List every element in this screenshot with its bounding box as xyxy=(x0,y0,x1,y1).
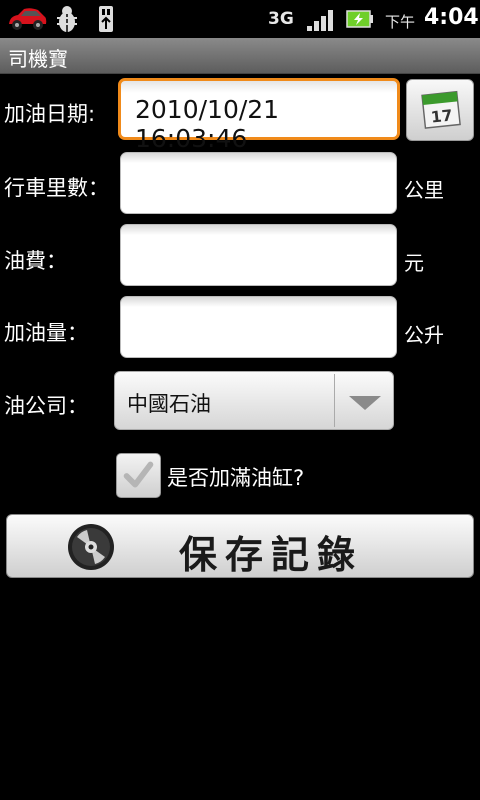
usb-icon xyxy=(99,6,113,32)
full-tank-label: 是否加滿油缸? xyxy=(167,466,305,490)
date-label: 加油日期: xyxy=(4,102,96,126)
network-type: 3G xyxy=(268,9,294,29)
cost-field[interactable] xyxy=(120,224,397,286)
volume-field[interactable] xyxy=(120,296,397,358)
volume-label: 加油量： xyxy=(4,321,88,345)
battery-charging-icon xyxy=(346,10,373,28)
date-value: 2010/10/21 16:03:46 xyxy=(135,95,280,153)
status-bar: 3G 下午 4:04 xyxy=(0,0,480,38)
calendar-button[interactable]: 17 xyxy=(406,79,474,141)
mileage-field[interactable] xyxy=(120,152,397,214)
company-selected: 中國石油 xyxy=(127,392,211,416)
save-button-label: 保存記錄 xyxy=(179,532,364,577)
checkmark-icon xyxy=(123,461,154,488)
full-tank-checkbox[interactable] xyxy=(116,453,161,498)
calendar-day: 17 xyxy=(430,106,453,126)
car-icon xyxy=(9,8,47,30)
calendar-icon: 17 xyxy=(421,90,461,129)
save-button[interactable]: 保存記錄 xyxy=(6,514,474,578)
mileage-unit: 公里 xyxy=(404,178,444,202)
company-dropdown[interactable]: 中國石油 xyxy=(114,371,394,430)
date-field[interactable]: 2010/10/21 16:03:46 xyxy=(118,78,400,153)
signal-icon xyxy=(307,10,333,31)
title-bar: 司機寶 xyxy=(0,38,480,74)
app-title: 司機寶 xyxy=(8,47,68,71)
cost-label: 油費： xyxy=(4,249,67,273)
clock: 4:04 xyxy=(424,5,479,30)
debug-bug-icon xyxy=(57,6,77,32)
disc-icon xyxy=(68,524,114,570)
cost-unit: 元 xyxy=(404,251,424,275)
mileage-label: 行車里數： xyxy=(4,176,109,200)
dropdown-divider xyxy=(334,374,335,427)
time-period: 下午 xyxy=(385,13,416,31)
chevron-down-icon xyxy=(349,396,381,410)
company-label: 油公司： xyxy=(4,394,88,418)
volume-unit: 公升 xyxy=(404,323,444,347)
